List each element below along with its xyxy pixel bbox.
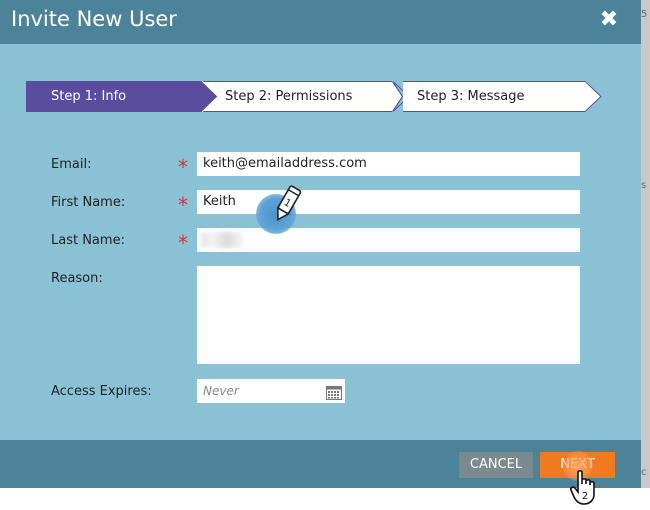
calendar-icon[interactable]	[326, 384, 342, 400]
invite-user-dialog: Invite New User ✖ Step 1: Info Step 2: P…	[0, 0, 641, 488]
dialog-footer: CANCEL NEXT	[0, 440, 641, 488]
dialog-titlebar: Invite New User ✖	[0, 0, 641, 44]
dialog-title: Invite New User	[11, 7, 177, 31]
step-2-tab: Step 2: Permissions	[225, 89, 353, 104]
last-name-field[interactable]	[197, 228, 580, 252]
pencil-cursor-icon: 1	[276, 185, 302, 221]
access-expires-date-field[interactable]: Never	[197, 379, 345, 403]
last-name-required-marker: *	[178, 231, 188, 255]
background-page-bottom	[0, 488, 650, 510]
email-required-marker: *	[178, 155, 188, 179]
step-3-tab: Step 3: Message	[417, 89, 525, 104]
reason-textarea[interactable]	[197, 266, 580, 364]
reason-label: Reason:	[51, 271, 103, 286]
first-name-label: First Name:	[51, 195, 126, 210]
first-name-field[interactable]: Keith	[197, 190, 580, 214]
redacted-last-name	[201, 232, 243, 248]
email-label: Email:	[51, 157, 92, 172]
close-icon: ✖	[599, 7, 619, 32]
hand-cursor-icon: 2	[570, 470, 595, 505]
access-expires-placeholder: Never	[203, 384, 239, 398]
hand-step-number: 2	[582, 491, 588, 502]
access-expires-label: Access Expires:	[51, 384, 152, 399]
first-name-required-marker: *	[178, 193, 188, 217]
background-page-edge: 5 s c	[641, 0, 650, 510]
cancel-button[interactable]: CANCEL	[459, 452, 533, 478]
background-text: 5	[641, 9, 648, 20]
last-name-label: Last Name:	[51, 233, 125, 248]
email-field[interactable]: keith@emailaddress.com	[197, 152, 580, 176]
background-text: s	[641, 180, 647, 191]
wizard-steps: Step 1: Info Step 2: Permissions Step 3:…	[26, 81, 606, 112]
step-1-tab: Step 1: Info	[51, 89, 127, 104]
background-text: c	[641, 467, 647, 478]
close-button[interactable]: ✖	[597, 8, 621, 32]
